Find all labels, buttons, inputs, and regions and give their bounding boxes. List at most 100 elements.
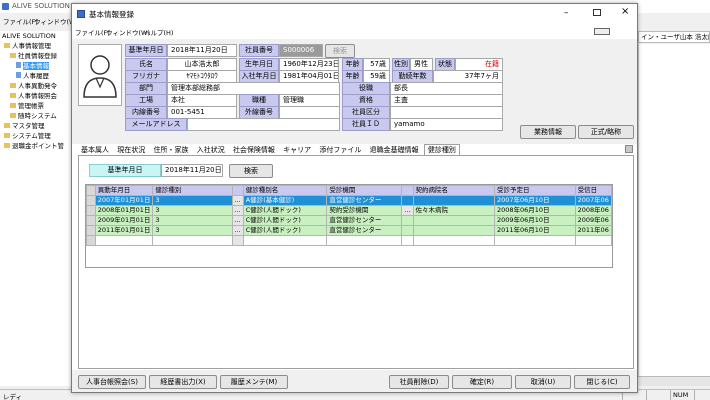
tab-current-status[interactable]: 現在状況 xyxy=(114,145,148,156)
lookup-button[interactable]: ... xyxy=(231,215,244,226)
tree-item[interactable]: 人事情報管理 xyxy=(0,41,75,51)
resume-output-button[interactable]: 経歴書出力(X) xyxy=(149,375,217,389)
menu-help[interactable]: ヘルプ(H) xyxy=(144,27,173,37)
tree-item[interactable]: 随時システム xyxy=(0,111,75,121)
table-cell[interactable] xyxy=(152,235,233,246)
table-cell[interactable] xyxy=(493,235,576,246)
tree-item[interactable]: 退職金ポイント管 xyxy=(0,141,75,151)
history-maint-button[interactable]: 履歴メンテ(M) xyxy=(220,375,288,389)
tab-attachments[interactable]: 添付ファイル xyxy=(316,145,364,156)
cancel-button[interactable]: 取消(U) xyxy=(515,375,571,389)
table-cell[interactable]: C健診(人間ドック) xyxy=(242,215,328,226)
lookup-button[interactable] xyxy=(231,235,244,246)
tree-item-selected[interactable]: 基本情報 xyxy=(0,61,75,71)
table-cell[interactable] xyxy=(94,235,154,246)
toolbar-toggle-icon[interactable] xyxy=(594,28,610,35)
minimize-icon[interactable]: – xyxy=(564,8,569,18)
table-cell[interactable] xyxy=(412,225,495,236)
tab-basic-personal[interactable]: 基本属人 xyxy=(78,145,112,156)
filter-date-field[interactable]: 2018年11月20日 xyxy=(161,164,223,177)
bg-menu-file[interactable]: ファイル(F) xyxy=(3,16,38,26)
delete-employee-button[interactable]: 社員削除(D) xyxy=(389,375,449,389)
close-icon[interactable]: × xyxy=(621,6,629,17)
menu-file[interactable]: ファイル(F) xyxy=(75,27,110,37)
col-header[interactable]: 受診機関 xyxy=(326,185,403,196)
table-cell[interactable]: 直営健診センター xyxy=(326,215,403,226)
table-row-selected[interactable]: 2007年01月01日 3 ... A健診(基本健診) 直営健診センター 200… xyxy=(86,195,612,206)
lookup-button[interactable]: ... xyxy=(231,195,244,206)
table-cell[interactable]: 2008年06 xyxy=(574,205,612,216)
base-date-field[interactable]: 2018年11月20日 xyxy=(167,44,237,57)
col-header[interactable]: 受診予定日 xyxy=(493,185,576,196)
table-cell[interactable]: 2007年06 xyxy=(574,195,612,206)
filter-search-button[interactable]: 検索 xyxy=(229,164,273,178)
table-row[interactable]: 2011年01月01日 3 ... C健診(人間ドック) 直営健診センター 20… xyxy=(86,225,612,236)
emp-no-field[interactable]: S000006 xyxy=(279,44,323,57)
lookup-button[interactable]: ... xyxy=(401,205,414,216)
table-row-new[interactable] xyxy=(86,235,612,246)
tab-address-family[interactable]: 住所・家族 xyxy=(150,145,191,156)
col-header[interactable]: 契約病院名 xyxy=(412,185,495,196)
table-cell[interactable]: 3 xyxy=(152,225,233,236)
tab-retirement-info[interactable]: 退職金基礎情報 xyxy=(367,145,422,156)
table-cell[interactable] xyxy=(242,235,328,246)
table-cell[interactable]: 3 xyxy=(152,205,233,216)
lookup-button[interactable]: ... xyxy=(231,205,244,216)
table-cell[interactable]: 3 xyxy=(152,195,233,206)
table-cell[interactable]: 佐々木病院 xyxy=(412,205,495,216)
table-cell[interactable]: 3 xyxy=(152,215,233,226)
tree-item[interactable]: ALIVE SOLUTION xyxy=(0,31,75,41)
lookup-button[interactable]: ... xyxy=(231,225,244,236)
tab-social-insurance[interactable]: 社会保険情報 xyxy=(230,145,278,156)
tree-item[interactable]: マスタ管理 xyxy=(0,121,75,131)
tree-item[interactable]: 人事異動発令 xyxy=(0,81,75,91)
window-titlebar[interactable]: 基本情報登録 – × xyxy=(72,4,637,24)
table-cell[interactable]: 2009年01月01日 xyxy=(94,215,154,226)
table-cell[interactable] xyxy=(574,235,612,246)
table-cell[interactable]: 2007年06月10日 xyxy=(493,195,576,206)
table-cell[interactable]: C健診(人間ドック) xyxy=(242,225,328,236)
navigation-tree[interactable]: ALIVE SOLUTION 人事情報管理 社員情報登録 基本情報 人事履歴 人… xyxy=(0,31,76,386)
tree-item[interactable]: 人事履歴 xyxy=(0,71,75,81)
confirm-button[interactable]: 確定(R) xyxy=(452,375,512,389)
personnel-ledger-button[interactable]: 人事台帳照会(S) xyxy=(78,375,146,389)
close-button[interactable]: 閉じる(C) xyxy=(574,375,630,389)
official-name-button[interactable]: 正式/略称 xyxy=(578,125,634,139)
mail-field[interactable] xyxy=(187,118,340,131)
table-cell[interactable]: 2011年06月10日 xyxy=(493,225,576,236)
col-header[interactable]: 受信日 xyxy=(574,185,612,196)
tree-item[interactable]: 社員情報登録 xyxy=(0,51,75,61)
table-cell[interactable]: 2007年01月01日 xyxy=(94,195,154,206)
col-header[interactable]: 健診種別 xyxy=(152,185,233,196)
table-row[interactable]: 2008年01月01日 3 ... C健診(人間ドック) 契約受診機関 ... … xyxy=(86,205,612,216)
table-cell[interactable]: 2009年06月10日 xyxy=(493,215,576,226)
table-cell[interactable] xyxy=(412,195,495,206)
tab-join-status[interactable]: 入社状況 xyxy=(194,145,228,156)
table-cell[interactable]: 直営健診センター xyxy=(326,225,403,236)
table-cell[interactable]: 2008年01月01日 xyxy=(94,205,154,216)
table-cell[interactable] xyxy=(412,235,495,246)
tree-item[interactable]: 人事情報照会 xyxy=(0,91,75,101)
tab-career[interactable]: キャリア xyxy=(280,145,314,156)
table-cell[interactable]: A健診(基本健診) xyxy=(242,195,328,206)
table-cell[interactable] xyxy=(326,235,403,246)
table-cell[interactable]: 2011年01月01日 xyxy=(94,225,154,236)
col-header[interactable]: 健診種別名 xyxy=(242,185,328,196)
business-info-button[interactable]: 業務情報 xyxy=(520,125,576,139)
table-cell[interactable]: 直営健診センター xyxy=(326,195,403,206)
emp-id-field[interactable]: yamamo xyxy=(390,118,503,131)
tree-item[interactable]: 管理帳票 xyxy=(0,101,75,111)
table-cell[interactable]: 2009年06 xyxy=(574,215,612,226)
col-header[interactable]: 異動年月日 xyxy=(94,185,154,196)
tree-item[interactable]: システム管理 xyxy=(0,131,75,141)
tab-scroll-icon[interactable] xyxy=(625,145,633,153)
table-row[interactable]: 2009年01月01日 3 ... C健診(人間ドック) 直営健診センター 20… xyxy=(86,215,612,226)
table-cell[interactable]: 契約受診機関 xyxy=(326,205,403,216)
table-cell[interactable]: 2011年06 xyxy=(574,225,612,236)
table-cell[interactable] xyxy=(412,215,495,226)
emp-search-button[interactable]: 検索 xyxy=(325,44,355,58)
table-cell[interactable]: 2008年06月10日 xyxy=(493,205,576,216)
maximize-icon[interactable] xyxy=(593,9,601,16)
tab-health-checkup[interactable]: 健診種別 xyxy=(423,144,460,155)
table-cell[interactable]: C健診(人間ドック) xyxy=(242,205,328,216)
